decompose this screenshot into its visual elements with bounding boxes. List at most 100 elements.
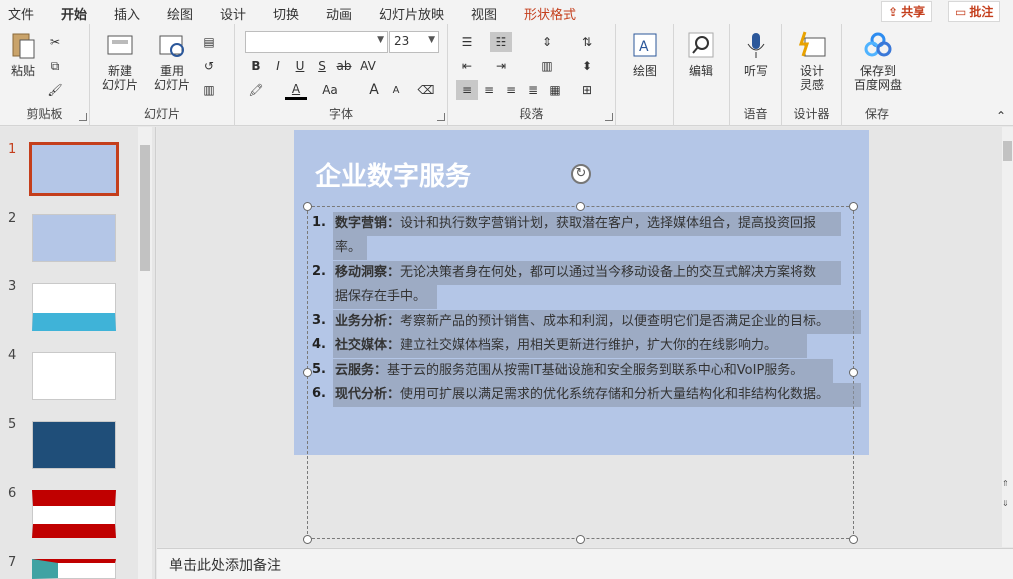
slide-thumbnail[interactable] (32, 352, 116, 400)
format-painter-icon[interactable]: 🖌 (44, 80, 66, 100)
underline-button[interactable]: U (289, 56, 311, 76)
clipboard-launcher-icon[interactable] (79, 113, 87, 121)
slide-thumbnail[interactable] (32, 559, 116, 579)
strikethrough-button[interactable]: ab (333, 56, 355, 76)
tab-slideshow[interactable]: 幻灯片放映 (379, 4, 444, 23)
highlight-icon[interactable]: 🖍 (245, 80, 267, 100)
slide-thumbnails-pane: 1 2 3 4 5 6 7 (0, 127, 156, 579)
editing-button[interactable]: 编辑 (684, 30, 718, 78)
save-baidu-button[interactable]: 保存到 百度网盘 (850, 30, 906, 92)
resize-handle[interactable] (576, 202, 585, 211)
numbering-icon[interactable]: ☷ (490, 32, 512, 52)
dictate-button[interactable]: 听写 (740, 30, 772, 78)
find-icon (686, 30, 716, 60)
font-size-select[interactable]: 23 ▼ (389, 31, 439, 53)
list-item[interactable]: 业务分析：考察新产品的预计销售、成本和利润，以便查明它们是否满足企业的目标。 (335, 313, 865, 331)
list-item[interactable]: 云服务：基于云的服务范围从按需IT基础设施和安全服务到联系中心和VoIP服务。 (335, 362, 845, 380)
smartart-icon[interactable]: ⊞ (576, 80, 598, 100)
resize-handle[interactable] (849, 368, 858, 377)
resize-handle[interactable] (576, 535, 585, 544)
resize-handle[interactable] (303, 535, 312, 544)
resize-handle[interactable] (303, 368, 312, 377)
reuse-slide-button[interactable]: 重用 幻灯片 (148, 30, 196, 92)
resize-handle[interactable] (849, 535, 858, 544)
tab-home[interactable]: 开始 (61, 4, 88, 27)
notes-pane[interactable]: 单击此处添加备注 (157, 548, 1013, 579)
previous-slide-icon[interactable]: ⇑ (1002, 479, 1009, 488)
tab-view[interactable]: 视图 (471, 4, 497, 23)
slide-thumbnail[interactable] (32, 490, 116, 538)
voice-group: 听写 语音 (730, 24, 782, 126)
layout-icon[interactable]: ▤ (198, 32, 220, 52)
text-direction-icon[interactable]: ⇅ (576, 32, 598, 52)
columns-icon[interactable]: ▥ (536, 56, 558, 76)
paragraph-launcher-icon[interactable] (605, 113, 613, 121)
cut-icon[interactable]: ✂ (44, 32, 66, 52)
shadow-button[interactable]: S (311, 56, 333, 76)
list-item-continuation: 率。 (335, 240, 362, 255)
tab-file[interactable]: 文件 (8, 4, 34, 23)
shrink-font-button[interactable]: A (385, 80, 407, 100)
align-text-icon[interactable]: ⬍ (576, 56, 598, 76)
drawing-button[interactable]: A 绘图 (628, 30, 662, 78)
resize-handle[interactable] (849, 202, 858, 211)
design-ideas-button[interactable]: 设计 灵感 (794, 30, 830, 92)
paste-button[interactable]: 粘贴 (6, 30, 40, 78)
share-button[interactable]: ⇪ 共享 (881, 1, 933, 22)
bold-button[interactable]: B (245, 56, 267, 76)
editing-group: 编辑 (674, 24, 730, 126)
tab-transitions[interactable]: 切换 (273, 4, 299, 23)
slide-thumbnail[interactable] (32, 421, 116, 469)
slide-thumbnail[interactable] (32, 214, 116, 262)
section-icon[interactable]: ▥ (198, 80, 220, 100)
tab-draw[interactable]: 绘图 (167, 4, 193, 23)
thumbnail-scrollbar[interactable] (138, 127, 152, 579)
collapse-ribbon-icon[interactable]: ⌃ (990, 106, 1012, 126)
tab-animations[interactable]: 动画 (326, 4, 352, 23)
tab-design[interactable]: 设计 (220, 4, 246, 23)
scrollbar-thumb[interactable] (140, 145, 150, 271)
font-group: ▼ 23 ▼ B I U S ab AV 🖍 A Aa A A ⌫ 字体 (235, 24, 448, 126)
font-name-select[interactable]: ▼ (245, 31, 388, 53)
slide-thumbnail[interactable] (29, 142, 119, 196)
tab-insert[interactable]: 插入 (114, 4, 140, 23)
grow-font-button[interactable]: A (363, 80, 385, 100)
font-color-button[interactable]: A (285, 80, 307, 100)
distributed-icon[interactable]: ▦ (544, 80, 566, 100)
canvas-scrollbar[interactable]: ⇑ ⇓ (1002, 127, 1013, 547)
align-left-icon[interactable]: ≡ (456, 80, 478, 100)
italic-button[interactable]: I (267, 56, 289, 76)
paste-icon (8, 30, 38, 60)
list-item-continuation: 据保存在手中。 (335, 289, 427, 304)
increase-indent-icon[interactable]: ⇥ (490, 56, 512, 76)
decrease-indent-icon[interactable]: ⇤ (456, 56, 478, 76)
new-slide-button[interactable]: 新建 幻灯片 (96, 30, 144, 92)
rotate-handle-icon[interactable]: ↻ (571, 164, 591, 184)
align-right-icon[interactable]: ≡ (500, 80, 522, 100)
change-case-button[interactable]: Aa (319, 80, 341, 100)
line-spacing-icon[interactable]: ⇕ (536, 32, 558, 52)
character-spacing-button[interactable]: AV (357, 56, 379, 76)
copy-icon[interactable]: ⧉ (44, 56, 66, 76)
justify-icon[interactable]: ≣ (522, 80, 544, 100)
slide-thumbnail[interactable] (32, 283, 116, 331)
list-item[interactable]: 移动洞察：无论决策者身在何处，都可以通过当今移动设备上的交互式解决方案将数 (335, 264, 845, 282)
scrollbar-thumb[interactable] (1003, 141, 1012, 161)
reset-icon[interactable]: ↺ (198, 56, 220, 76)
share-icon: ⇪ (888, 4, 899, 19)
bullets-icon[interactable]: ☰ (456, 32, 478, 52)
font-launcher-icon[interactable] (437, 113, 445, 121)
align-center-icon[interactable]: ≡ (478, 80, 500, 100)
clear-format-icon[interactable]: ⌫ (415, 80, 437, 100)
slide-title[interactable]: 企业数字服务 (315, 156, 471, 193)
chevron-down-icon: ▼ (377, 35, 384, 45)
comment-button[interactable]: ▭ 批注 (948, 1, 1001, 22)
next-slide-icon[interactable]: ⇓ (1002, 499, 1009, 508)
clipboard-group: 粘贴 ✂ ⧉ 🖌 剪贴板 (0, 24, 90, 126)
list-item[interactable]: 社交媒体：建立社交媒体档案，用相关更新进行维护，扩大你的在线影响力。 (335, 337, 845, 355)
list-item[interactable]: 现代分析：使用可扩展以满足需求的优化系统存储和分析大量结构化和非结构化数据。 (335, 386, 865, 404)
resize-handle[interactable] (303, 202, 312, 211)
list-item[interactable]: 数字营销：设计和执行数字营销计划，获取潜在客户，选择媒体组合，提高投资回报 (335, 215, 845, 233)
designer-group: 设计 灵感 设计器 (782, 24, 842, 126)
tab-shape-format[interactable]: 形状格式 (524, 4, 576, 23)
